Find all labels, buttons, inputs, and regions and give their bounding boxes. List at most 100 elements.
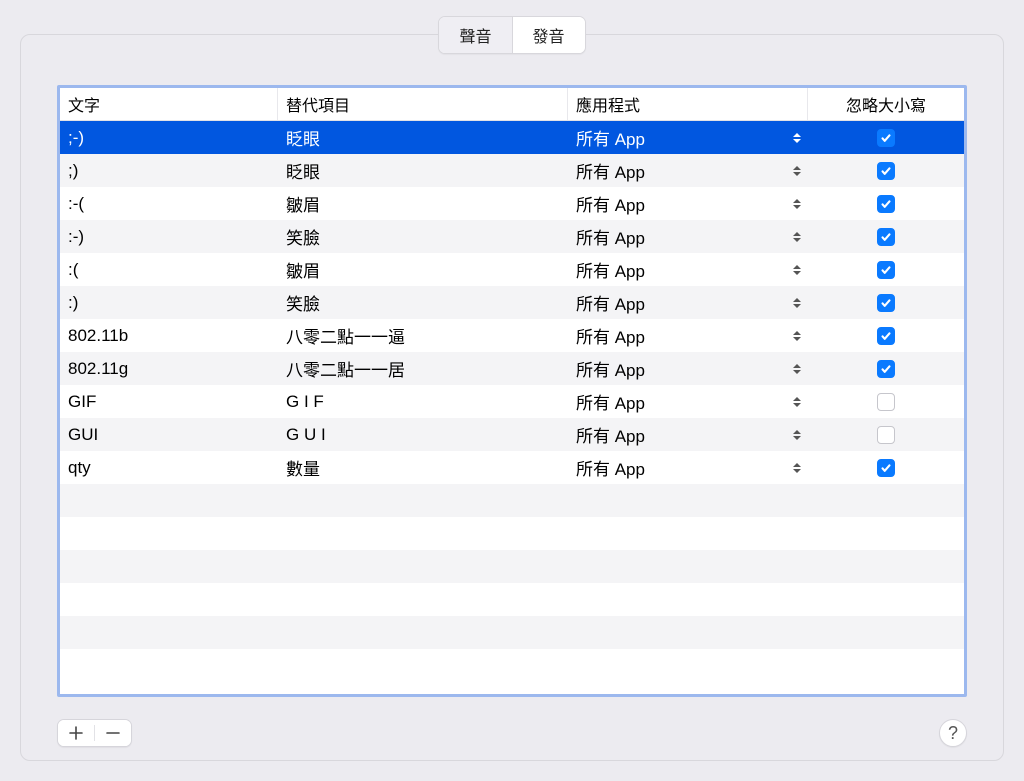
cell-app-label: 所有 App bbox=[576, 191, 645, 216]
cell-ignorecase bbox=[808, 220, 964, 253]
table-row[interactable]: ;-)眨眼所有 App bbox=[60, 121, 964, 154]
cell-replacement[interactable]: G I F bbox=[278, 385, 568, 418]
dropdown-stepper-icon bbox=[792, 262, 802, 278]
cell-text[interactable]: ;-) bbox=[60, 121, 278, 154]
cell-text[interactable]: 802.11g bbox=[60, 352, 278, 385]
table-row-empty bbox=[60, 550, 964, 583]
table-body: ;-)眨眼所有 App;)眨眼所有 App:-(皺眉所有 App:-)笑臉所有 … bbox=[60, 121, 964, 694]
cell-replacement[interactable]: 數量 bbox=[278, 451, 568, 484]
cell-app-dropdown[interactable]: 所有 App bbox=[568, 187, 808, 220]
ignorecase-checkbox[interactable] bbox=[877, 162, 895, 180]
cell-text[interactable]: :( bbox=[60, 253, 278, 286]
table-row[interactable]: :)笑臉所有 App bbox=[60, 286, 964, 319]
cell-app-dropdown[interactable]: 所有 App bbox=[568, 286, 808, 319]
main-panel: 文字 替代項目 應用程式 忽略大小寫 ;-)眨眼所有 App;)眨眼所有 App… bbox=[20, 34, 1004, 761]
col-header-text[interactable]: 文字 bbox=[60, 88, 278, 120]
cell-app-label: 所有 App bbox=[576, 125, 645, 150]
dropdown-stepper-icon bbox=[792, 427, 802, 443]
cell-replacement[interactable]: 八零二點一一居 bbox=[278, 352, 568, 385]
cell-app-dropdown[interactable]: 所有 App bbox=[568, 418, 808, 451]
cell-app-label: 所有 App bbox=[576, 422, 645, 447]
ignorecase-checkbox[interactable] bbox=[877, 426, 895, 444]
cell-app-dropdown[interactable]: 所有 App bbox=[568, 385, 808, 418]
ignorecase-checkbox[interactable] bbox=[877, 129, 895, 147]
cell-app-dropdown[interactable]: 所有 App bbox=[568, 352, 808, 385]
dropdown-stepper-icon bbox=[792, 328, 802, 344]
cell-app-dropdown[interactable]: 所有 App bbox=[568, 220, 808, 253]
table-row-empty bbox=[60, 517, 964, 550]
cell-ignorecase bbox=[808, 451, 964, 484]
help-button[interactable]: ? bbox=[939, 719, 967, 747]
cell-replacement[interactable]: 八零二點一一逼 bbox=[278, 319, 568, 352]
dropdown-stepper-icon bbox=[792, 196, 802, 212]
cell-app-label: 所有 App bbox=[576, 224, 645, 249]
tab-sound[interactable]: 聲音 bbox=[439, 17, 512, 53]
remove-button[interactable] bbox=[95, 720, 131, 746]
ignorecase-checkbox[interactable] bbox=[877, 195, 895, 213]
cell-replacement[interactable]: 笑臉 bbox=[278, 286, 568, 319]
add-button[interactable] bbox=[58, 720, 94, 746]
cell-app-label: 所有 App bbox=[576, 323, 645, 348]
table-row[interactable]: GIFG I F所有 App bbox=[60, 385, 964, 418]
cell-app-dropdown[interactable]: 所有 App bbox=[568, 121, 808, 154]
ignorecase-checkbox[interactable] bbox=[877, 327, 895, 345]
cell-text[interactable]: :) bbox=[60, 286, 278, 319]
cell-ignorecase bbox=[808, 253, 964, 286]
cell-ignorecase bbox=[808, 154, 964, 187]
cell-app-dropdown[interactable]: 所有 App bbox=[568, 319, 808, 352]
cell-ignorecase bbox=[808, 352, 964, 385]
table-row[interactable]: :(皺眉所有 App bbox=[60, 253, 964, 286]
add-remove-control bbox=[57, 719, 132, 747]
table-header: 文字 替代項目 應用程式 忽略大小寫 bbox=[60, 88, 964, 121]
cell-app-label: 所有 App bbox=[576, 356, 645, 381]
ignorecase-checkbox[interactable] bbox=[877, 360, 895, 378]
cell-app-dropdown[interactable]: 所有 App bbox=[568, 451, 808, 484]
ignorecase-checkbox[interactable] bbox=[877, 261, 895, 279]
table-row[interactable]: :-)笑臉所有 App bbox=[60, 220, 964, 253]
tab-pronunciation[interactable]: 發音 bbox=[513, 17, 585, 53]
table-row[interactable]: 802.11b八零二點一一逼所有 App bbox=[60, 319, 964, 352]
preferences-window: 聲音 發音 文字 替代項目 應用程式 忽略大小寫 ;-)眨眼所有 App;)眨眼… bbox=[0, 0, 1024, 781]
table-row[interactable]: 802.11g八零二點一一居所有 App bbox=[60, 352, 964, 385]
cell-text[interactable]: ;) bbox=[60, 154, 278, 187]
cell-text[interactable]: 802.11b bbox=[60, 319, 278, 352]
cell-text[interactable]: GUI bbox=[60, 418, 278, 451]
plus-icon bbox=[69, 726, 83, 740]
cell-text[interactable]: qty bbox=[60, 451, 278, 484]
table-row[interactable]: ;)眨眼所有 App bbox=[60, 154, 964, 187]
ignorecase-checkbox[interactable] bbox=[877, 459, 895, 477]
table-row-empty bbox=[60, 616, 964, 649]
table-row[interactable]: :-(皺眉所有 App bbox=[60, 187, 964, 220]
cell-replacement[interactable]: 眨眼 bbox=[278, 121, 568, 154]
col-header-replacement[interactable]: 替代項目 bbox=[278, 88, 568, 120]
ignorecase-checkbox[interactable] bbox=[877, 393, 895, 411]
cell-app-label: 所有 App bbox=[576, 257, 645, 282]
cell-replacement[interactable]: 笑臉 bbox=[278, 220, 568, 253]
cell-replacement[interactable]: 眨眼 bbox=[278, 154, 568, 187]
cell-text[interactable]: GIF bbox=[60, 385, 278, 418]
dropdown-stepper-icon bbox=[792, 163, 802, 179]
table-row[interactable]: GUIG U I 所有 App bbox=[60, 418, 964, 451]
dropdown-stepper-icon bbox=[792, 295, 802, 311]
dropdown-stepper-icon bbox=[792, 460, 802, 476]
cell-replacement[interactable]: G U I bbox=[278, 418, 568, 451]
cell-replacement[interactable]: 皺眉 bbox=[278, 253, 568, 286]
col-header-ignorecase[interactable]: 忽略大小寫 bbox=[808, 88, 964, 120]
ignorecase-checkbox[interactable] bbox=[877, 294, 895, 312]
cell-app-dropdown[interactable]: 所有 App bbox=[568, 154, 808, 187]
cell-app-label: 所有 App bbox=[576, 290, 645, 315]
ignorecase-checkbox[interactable] bbox=[877, 228, 895, 246]
table-row-empty bbox=[60, 484, 964, 517]
cell-text[interactable]: :-) bbox=[60, 220, 278, 253]
table-row[interactable]: qty數量所有 App bbox=[60, 451, 964, 484]
bottom-bar: ? bbox=[57, 718, 967, 748]
pronunciations-table: 文字 替代項目 應用程式 忽略大小寫 ;-)眨眼所有 App;)眨眼所有 App… bbox=[57, 85, 967, 697]
minus-icon bbox=[106, 726, 120, 740]
dropdown-stepper-icon bbox=[792, 394, 802, 410]
cell-app-dropdown[interactable]: 所有 App bbox=[568, 253, 808, 286]
cell-text[interactable]: :-( bbox=[60, 187, 278, 220]
cell-replacement[interactable]: 皺眉 bbox=[278, 187, 568, 220]
col-header-app[interactable]: 應用程式 bbox=[568, 88, 808, 120]
cell-ignorecase bbox=[808, 121, 964, 154]
tab-segmented-control: 聲音 發音 bbox=[438, 16, 585, 54]
